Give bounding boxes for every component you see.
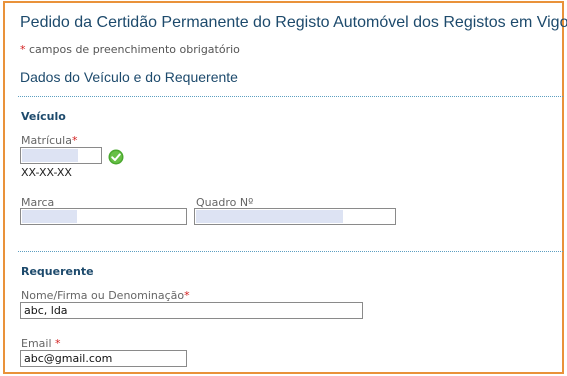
email-label-text: Email — [21, 337, 52, 350]
section-title: Dados do Veículo e do Requerente — [20, 69, 238, 85]
name-input[interactable]: abc, lda — [20, 302, 363, 319]
brand-input[interactable] — [20, 208, 187, 225]
plate-input[interactable] — [20, 147, 102, 164]
name-required-marker: * — [184, 289, 190, 302]
vehicle-heading: Veículo — [21, 110, 66, 123]
frame-number-redacted — [196, 210, 343, 223]
plate-label-text: Matrícula — [21, 134, 72, 147]
name-label: Nome/Firma ou Denominação* — [21, 289, 190, 302]
plate-required-marker: * — [71, 134, 78, 147]
form-panel: Pedido da Certidão Permanente do Registo… — [3, 1, 567, 374]
required-note-text: campos de preenchimento obrigatório — [29, 43, 240, 56]
section-divider — [18, 96, 563, 97]
valid-check-icon — [108, 149, 124, 165]
requester-heading: Requerente — [21, 265, 94, 278]
plate-format-hint: XX-XX-XX — [21, 166, 72, 179]
page-title: Pedido da Certidão Permanente do Registo… — [20, 14, 567, 31]
frame-number-input[interactable] — [194, 208, 396, 225]
name-label-text: Nome/Firma ou Denominação — [21, 289, 185, 302]
brand-input-redacted — [22, 210, 77, 223]
email-input[interactable]: abc@gmail.com — [20, 350, 187, 367]
vehicle-divider — [18, 251, 563, 252]
required-marker: * — [20, 43, 26, 56]
plate-label: Matrícula* — [21, 134, 77, 147]
email-required-marker: * — [55, 337, 61, 350]
plate-input-redacted — [22, 149, 78, 162]
email-label: Email * — [21, 337, 61, 350]
required-fields-note: * campos de preenchimento obrigatório — [20, 43, 240, 56]
